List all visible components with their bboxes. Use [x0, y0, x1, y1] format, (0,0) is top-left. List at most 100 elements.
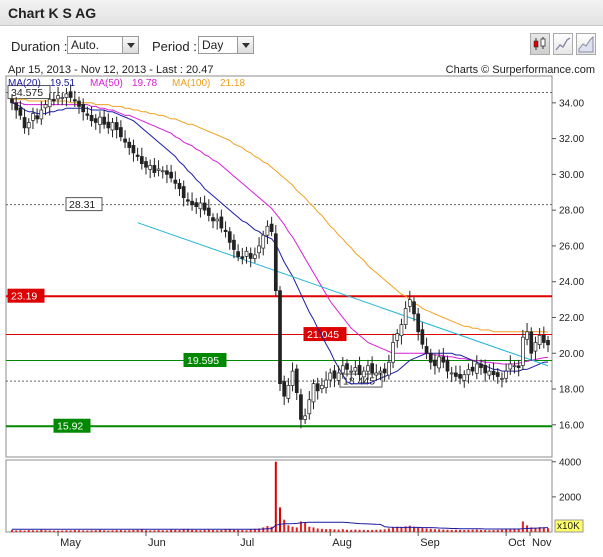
- volume-bar: [107, 530, 110, 532]
- candle-body: [529, 331, 534, 354]
- candle-body: [72, 99, 77, 102]
- volume-bar: [383, 529, 386, 532]
- volume-bar: [73, 530, 76, 532]
- candle-body: [546, 340, 550, 346]
- candle-body: [345, 363, 349, 370]
- candle-body: [466, 369, 471, 376]
- candle-body: [206, 207, 211, 216]
- volume-bar: [11, 529, 13, 532]
- y-tick-label: 20.00: [559, 349, 584, 360]
- candle-body: [303, 415, 307, 420]
- candle-body: [202, 202, 207, 211]
- volume-bar: [119, 530, 122, 532]
- candle-body: [181, 186, 186, 198]
- candle-body: [123, 138, 127, 143]
- volume-bar: [161, 530, 164, 532]
- volume-bar: [48, 530, 51, 532]
- candle-body: [407, 299, 412, 307]
- legend-name: MA(100): [172, 78, 210, 89]
- volume-bar: [153, 530, 156, 532]
- candle-body: [487, 370, 492, 376]
- candle-body: [412, 301, 416, 315]
- candle-body: [433, 359, 437, 367]
- main-plot-area: 34.00 32.00 30.00 28.00 26.00 24.00 22.00 20.00…: [5, 75, 584, 549]
- candle-body: [85, 113, 90, 116]
- volume-bar: [165, 530, 168, 532]
- candle-body: [441, 356, 446, 363]
- volume-bar: [488, 530, 491, 532]
- candle-body: [211, 217, 215, 222]
- candle-body: [508, 363, 513, 370]
- candle-body: [81, 103, 86, 113]
- candle-body: [194, 202, 199, 207]
- volume-bar: [52, 530, 55, 532]
- candle-body: [219, 216, 224, 229]
- candle-body: [43, 104, 48, 109]
- candle-body: [56, 95, 60, 100]
- candle-body: [77, 100, 81, 107]
- candle-body: [416, 313, 421, 333]
- candle-body: [349, 370, 354, 373]
- candle-body: [428, 352, 433, 363]
- candle-body: [186, 199, 190, 202]
- candle-body: [39, 109, 44, 120]
- volume-bar: [454, 529, 457, 532]
- volume-bar: [224, 529, 227, 532]
- volume-bar: [27, 530, 30, 532]
- volume-bar: [362, 529, 365, 532]
- volume-bar: [220, 529, 223, 532]
- volume-bar: [90, 530, 93, 532]
- volume-bar: [178, 530, 181, 532]
- candle-body: [290, 370, 295, 386]
- volume-bar: [19, 530, 22, 532]
- volume-bar: [232, 529, 235, 532]
- candle-body: [165, 170, 169, 175]
- volume-bar: [145, 530, 147, 532]
- volume-bar: [337, 529, 340, 532]
- candle-body: [328, 372, 333, 381]
- candle-body: [223, 229, 228, 232]
- volume-bar: [463, 530, 466, 532]
- level-label: 15.92: [57, 421, 83, 433]
- candle-body: [148, 165, 153, 170]
- candle-body: [253, 254, 257, 259]
- candle-body: [445, 359, 450, 372]
- candle-body: [244, 250, 249, 257]
- candle-body: [68, 91, 73, 98]
- volume-bar: [207, 529, 210, 532]
- candle-body: [491, 370, 496, 376]
- volume-bar: [128, 530, 131, 532]
- volume-bar: [149, 530, 152, 532]
- candle-body: [14, 102, 19, 111]
- candle-body: [504, 370, 508, 379]
- volume-bar: [182, 529, 185, 532]
- volume-bar: [262, 527, 265, 532]
- level-label: 28.31: [69, 199, 95, 211]
- volume-bar: [346, 529, 348, 532]
- price-chart: 34.00 32.00 30.00 28.00 26.00 24.00 22.00 20.00…: [5, 75, 584, 549]
- volume-bar: [421, 528, 424, 532]
- candle-body: [315, 383, 320, 392]
- candle-body: [106, 121, 111, 129]
- candle-body: [169, 171, 173, 179]
- volume-bar: [308, 526, 311, 532]
- candle-body: [89, 115, 94, 122]
- volume-bar: [392, 527, 395, 532]
- x-tick-label: Jul: [240, 537, 254, 549]
- candle-body: [537, 335, 542, 346]
- volume-bar: [186, 529, 189, 532]
- volume-bar: [350, 529, 353, 532]
- candle-body: [215, 218, 220, 222]
- legend-name: MA(50): [90, 78, 123, 89]
- y-tick-label: 34.00: [559, 98, 584, 109]
- volume-bar: [480, 529, 482, 532]
- volume-bar: [216, 530, 219, 532]
- volume-bar: [496, 529, 499, 532]
- candle-body: [135, 154, 140, 157]
- candle-body: [22, 117, 27, 129]
- candle-body: [273, 233, 278, 291]
- candle-body: [198, 202, 203, 210]
- volume-bar: [82, 530, 85, 532]
- candle-body: [366, 365, 370, 372]
- volume-bar: [517, 529, 520, 532]
